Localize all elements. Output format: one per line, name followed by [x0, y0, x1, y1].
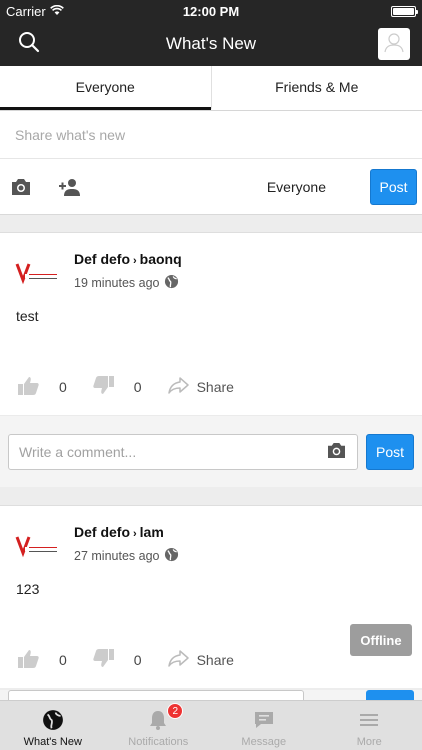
user-silhouette-icon [382, 30, 406, 59]
comment-post-button[interactable] [366, 690, 414, 700]
post-target[interactable]: lam [140, 524, 164, 540]
privacy-selector[interactable]: Everyone [267, 179, 326, 195]
dislike-icon[interactable] [93, 649, 114, 671]
feed-tabs: Everyone Friends & Me [0, 66, 422, 111]
avatar[interactable] [15, 253, 61, 299]
share-icon [167, 377, 189, 397]
chevron-right-icon: › [133, 255, 137, 267]
avatar[interactable] [15, 526, 61, 572]
feed-post: Def defo › lam 27 minutes ago 123 0 0 Sh… [0, 505, 422, 688]
chat-icon [253, 709, 275, 734]
tab-label: Notifications [128, 736, 189, 748]
nav-bar: What's New [0, 22, 422, 66]
comment-input[interactable]: Write a comment... [8, 433, 358, 470]
comment-post-button[interactable]: Post [366, 433, 414, 470]
tab-label: More [356, 736, 382, 748]
share-icon [167, 650, 189, 670]
post-button[interactable]: Post [370, 168, 417, 205]
globe-icon [164, 547, 179, 565]
comment-input[interactable] [8, 690, 304, 700]
post-time: 19 minutes ago [74, 276, 160, 290]
tab-notifications[interactable]: 2 Notifications [106, 701, 212, 750]
tab-friends-and-me[interactable]: Friends & Me [210, 66, 422, 110]
camera-icon[interactable] [10, 178, 32, 196]
carrier-label: Carrier [6, 3, 46, 19]
status-bar: Carrier 12:00 PM [0, 0, 422, 22]
bell-icon: 2 [147, 703, 184, 734]
author-name[interactable]: Def defo [74, 524, 130, 540]
page-title: What's New [165, 34, 257, 53]
profile-button[interactable] [378, 28, 410, 60]
share-button[interactable]: Share [167, 650, 234, 670]
tab-message[interactable]: Message [211, 701, 317, 750]
globe-icon [42, 709, 64, 734]
offline-badge: Offline [350, 624, 412, 656]
comment-area-partial [0, 690, 422, 700]
wifi-icon [49, 4, 64, 19]
share-label: Share [196, 652, 234, 668]
feed-post: Def defo›baonq 19 minutes ago test 0 0 [0, 232, 422, 487]
like-icon[interactable] [18, 649, 39, 671]
feed: Def defo›baonq 19 minutes ago test 0 0 [0, 232, 422, 688]
share-input[interactable]: Share what's new [0, 111, 422, 159]
post-body: test [16, 308, 39, 324]
post-author-line: Def defo › baonq [74, 251, 182, 267]
app-logo-icon [15, 260, 61, 293]
like-count: 0 [59, 379, 67, 395]
tab-label: Message [241, 736, 287, 748]
share-label: Share [196, 379, 234, 395]
notification-badge: 2 [167, 703, 184, 719]
tab-everyone[interactable]: Everyone [0, 66, 211, 110]
bottom-tab-bar: What's New 2 Notifications Message More [0, 700, 422, 750]
tab-more[interactable]: More [317, 701, 422, 750]
status-composer: Share what's new Everyone Post [0, 111, 422, 215]
tab-whats-new[interactable]: What's New [0, 701, 106, 750]
globe-icon [164, 274, 179, 292]
like-icon[interactable] [18, 376, 39, 398]
dislike-icon[interactable] [93, 376, 114, 398]
comment-area: Write a comment... Post [0, 415, 422, 487]
add-person-icon[interactable] [58, 178, 82, 196]
battery-icon [391, 5, 418, 17]
post-target[interactable]: baonq [140, 251, 182, 267]
tab-label: What's New [23, 736, 82, 748]
dislike-count: 0 [133, 652, 142, 668]
app-logo-icon [15, 533, 61, 566]
camera-icon[interactable] [326, 442, 347, 462]
chevron-right-icon: › [133, 528, 137, 540]
comment-placeholder: Write a comment... [19, 443, 137, 460]
search-icon[interactable] [18, 31, 40, 58]
author-name[interactable]: Def defo [74, 251, 130, 267]
post-author-line: Def defo › lam [74, 524, 179, 540]
dislike-count: 0 [133, 379, 142, 395]
like-count: 0 [59, 652, 67, 668]
share-button[interactable]: Share [167, 377, 234, 397]
menu-icon [358, 709, 380, 734]
post-time: 27 minutes ago [74, 549, 160, 563]
